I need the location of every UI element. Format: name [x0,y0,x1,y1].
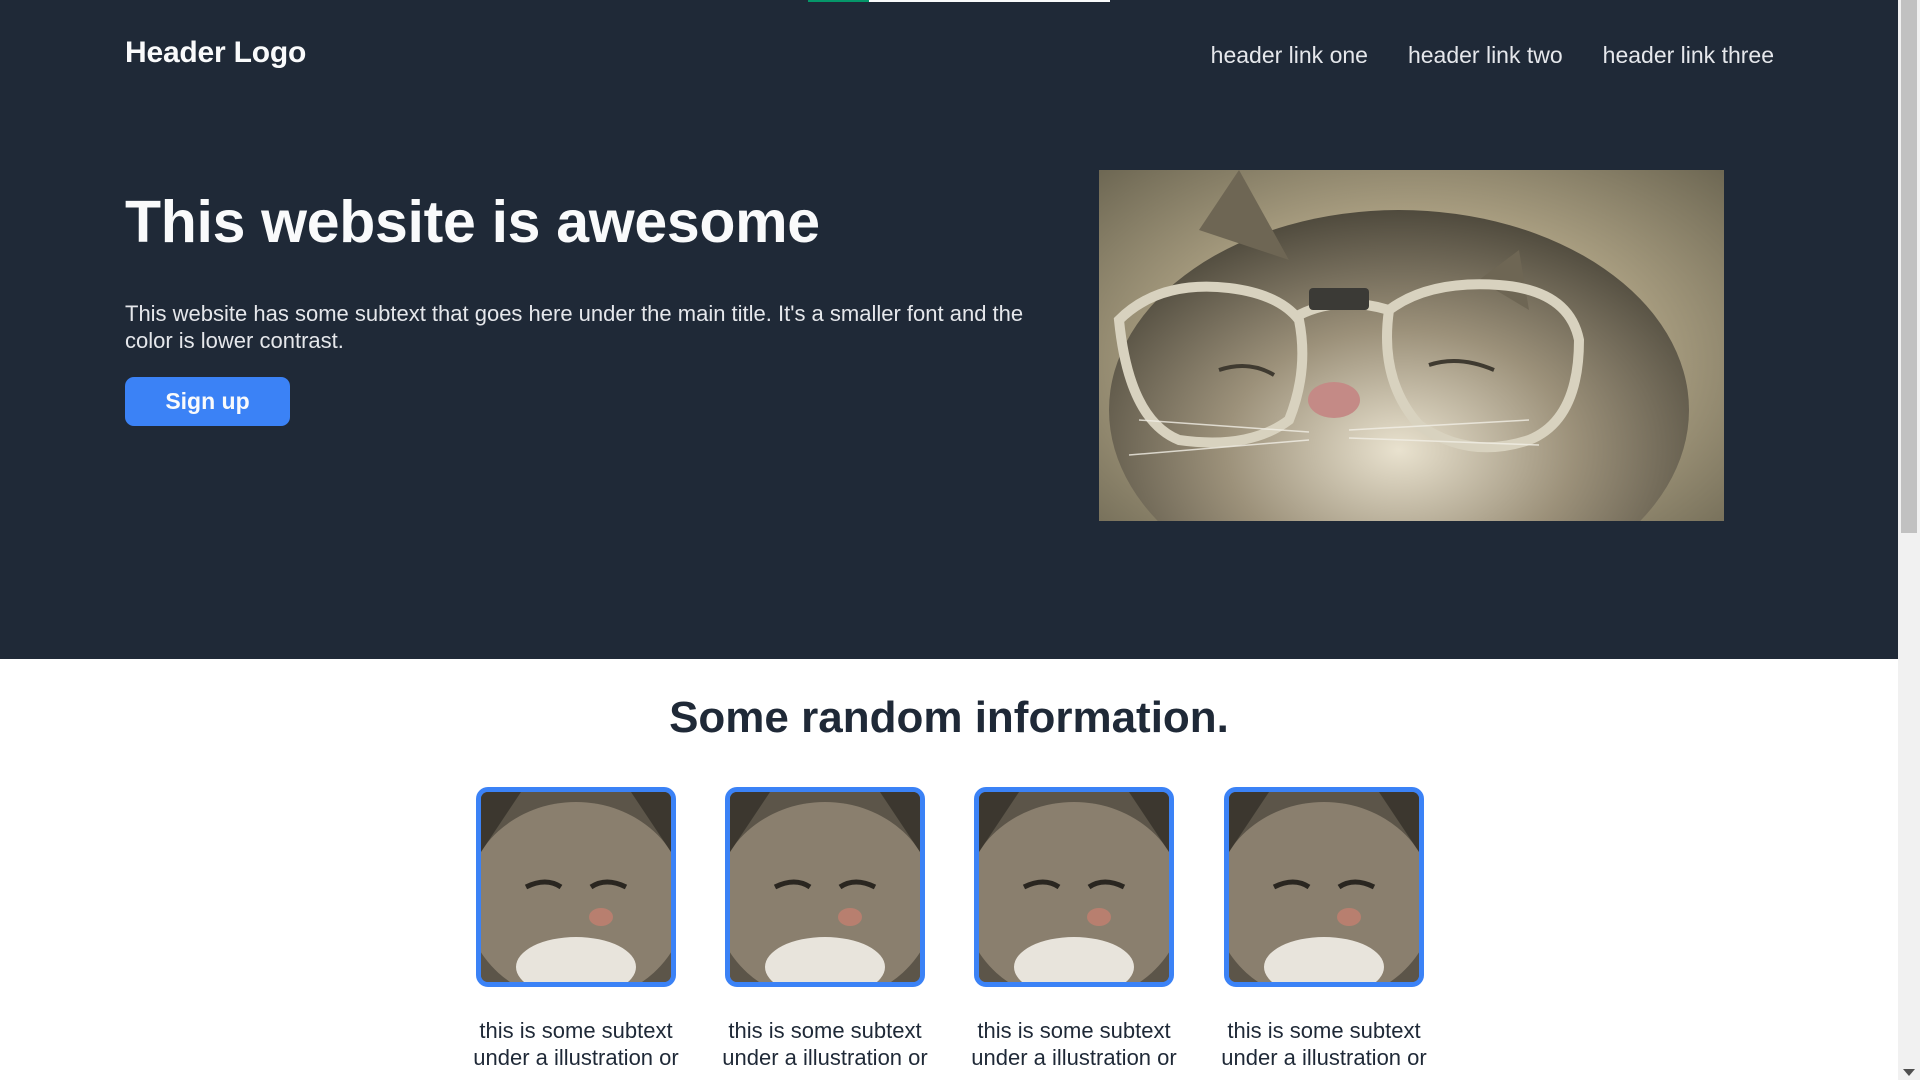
info-card: this is some subtext under a illustratio… [1221,787,1427,1071]
header-nav: header link one header link two header l… [1211,42,1774,69]
hero-section: Header Logo header link one header link … [0,0,1898,659]
loading-bar [808,0,1110,2]
cat-photo-icon [1229,792,1419,982]
cat-photo-icon [481,792,671,982]
card-subtext: this is some subtext under a illustratio… [971,1018,1177,1070]
header-link-one[interactable]: header link one [1211,42,1368,69]
scrollbar-thumb[interactable] [1901,0,1917,533]
cat-with-glasses-icon [1109,170,1689,521]
info-card: this is some subtext under a illustratio… [971,787,1177,1071]
hero-subtext: This website has some subtext that goes … [125,301,1024,353]
header-link-three[interactable]: header link three [1603,42,1774,69]
cat-photo-frame [1224,787,1424,987]
cat-with-glasses-image [1099,170,1724,521]
loading-bar-progress [808,0,869,2]
card-subtext: this is some subtext under a illustratio… [722,1018,928,1070]
header-logo[interactable]: Header Logo [125,36,306,70]
signup-button[interactable]: Sign up [125,377,290,426]
cat-photo-icon [979,792,1169,982]
card-subtext: this is some subtext under a illustratio… [473,1018,679,1070]
cat-photo-frame [725,787,925,987]
header-link-two[interactable]: header link two [1408,42,1563,69]
page-scrollbar[interactable] [1898,0,1920,1080]
cat-photo-frame [476,787,676,987]
card-subtext: this is some subtext under a illustratio… [1221,1018,1427,1070]
hero-title: This website is awesome [125,189,820,255]
info-card: this is some subtext under a illustratio… [722,787,928,1071]
info-card: this is some subtext under a illustratio… [473,787,679,1071]
section-title: Some random information. [669,693,1229,742]
cat-photo-icon [730,792,920,982]
cat-photo-frame [974,787,1174,987]
scroll-down-arrow-icon[interactable] [1903,1069,1915,1076]
